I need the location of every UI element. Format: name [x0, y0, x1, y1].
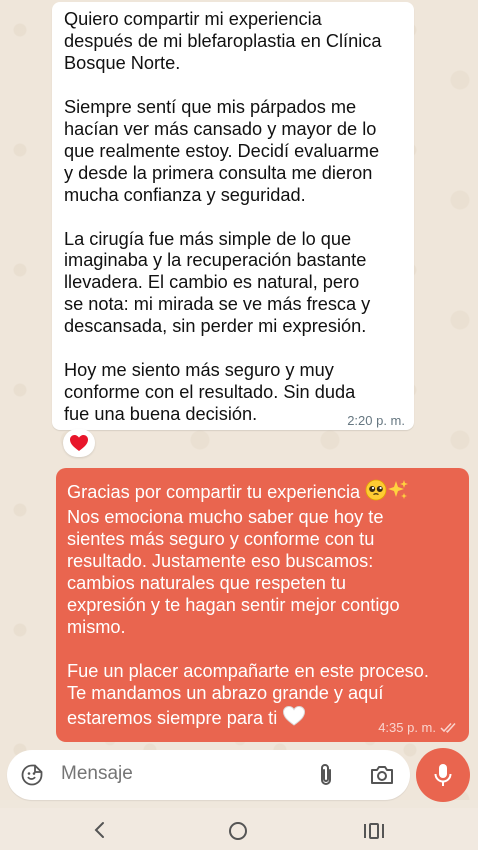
- incoming-message-bubble[interactable]: Quiero compartir mi experiencia después …: [52, 2, 414, 430]
- home-nav-icon[interactable]: [227, 820, 249, 842]
- outgoing-message-time: 4:35 p. m.: [378, 720, 436, 735]
- system-navigation-bar: [0, 808, 478, 850]
- outgoing-message-bubble[interactable]: Gracias por compartir tu experiencia Nos…: [56, 468, 469, 742]
- microphone-icon: [434, 764, 452, 786]
- back-nav-icon[interactable]: [90, 820, 110, 840]
- outgoing-message-meta: 4:35 p. m.: [378, 720, 458, 735]
- recents-nav-icon[interactable]: [362, 821, 386, 841]
- sticker-emoji-icon[interactable]: [20, 763, 44, 787]
- message-input[interactable]: [61, 763, 291, 785]
- heart-icon: [70, 435, 88, 451]
- attach-paperclip-icon[interactable]: [313, 762, 339, 788]
- voice-record-button[interactable]: [416, 748, 470, 802]
- outgoing-message-text: Gracias por compartir tu experiencia Nos…: [67, 479, 459, 732]
- camera-icon[interactable]: [368, 762, 396, 788]
- double-check-icon: [440, 722, 456, 733]
- outgoing-message-first-line: Gracias por compartir tu experiencia: [67, 482, 366, 502]
- heart-reaction[interactable]: [63, 429, 95, 457]
- incoming-message-text: Quiero compartir mi experiencia después …: [64, 9, 382, 425]
- chat-area[interactable]: Quiero compartir mi experiencia después …: [0, 0, 478, 800]
- white-heart-emoji-icon: [282, 705, 306, 733]
- sparkles-emoji-icon: [387, 479, 409, 507]
- outgoing-message-rest: Nos emociona mucho saber que hoy te sien…: [67, 506, 429, 728]
- incoming-message-time: 2:20 p. m.: [347, 413, 405, 428]
- pleading-face-emoji-icon: [365, 479, 387, 507]
- message-input-bar[interactable]: [7, 750, 410, 800]
